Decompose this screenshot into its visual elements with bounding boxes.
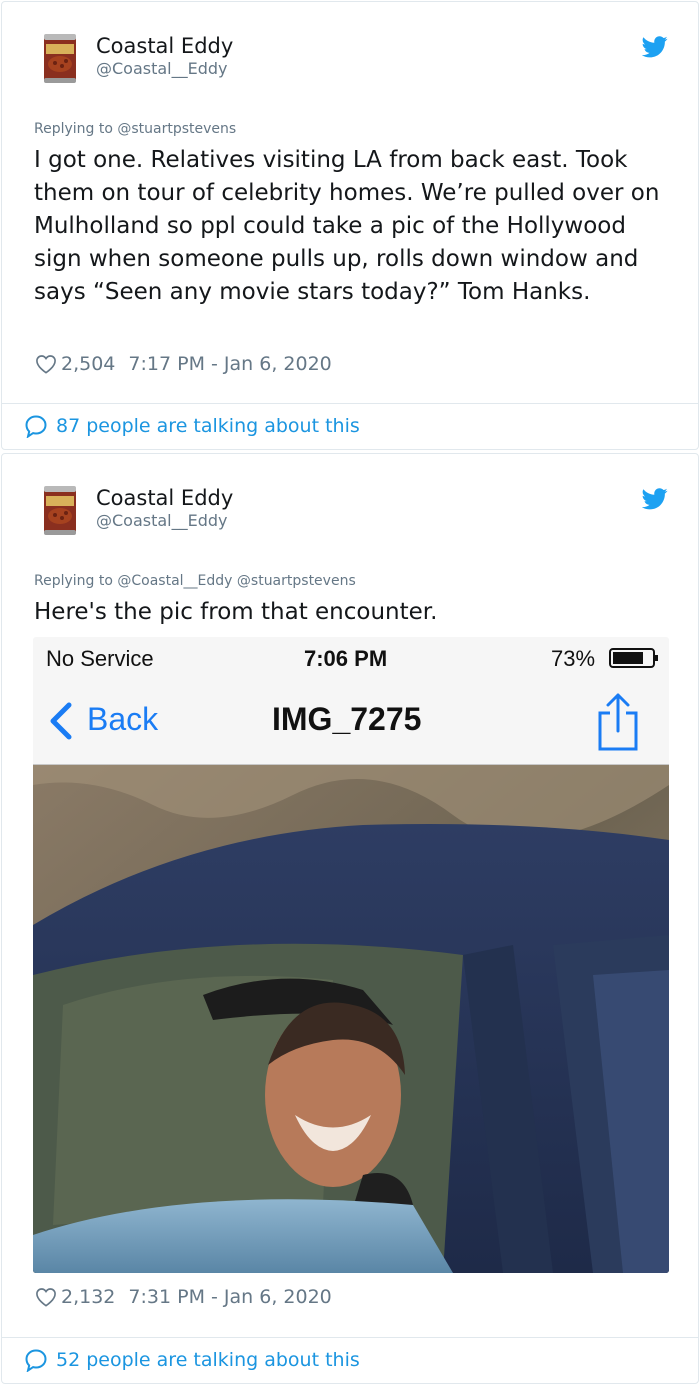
user-handle[interactable]: @Coastal__Eddy (96, 511, 228, 530)
avatar[interactable] (42, 30, 78, 86)
talking-link[interactable]: 87 people are talking about this (24, 414, 360, 438)
ios-nav-bar: Back IMG_7275 (33, 679, 669, 765)
attached-photo[interactable]: No Service 7:06 PM 73% Back IMG_7275 (33, 637, 669, 1273)
chevron-left-icon[interactable] (47, 701, 75, 741)
timestamp[interactable]: 7:17 PM - Jan 6, 2020 (128, 353, 331, 375)
back-button[interactable]: Back (87, 701, 158, 738)
photo-title: IMG_7275 (272, 701, 422, 737)
ios-status-bar: No Service 7:06 PM 73% (33, 637, 669, 679)
display-name[interactable]: Coastal Eddy (96, 34, 233, 58)
divider (2, 403, 698, 404)
speech-bubble-icon (25, 415, 47, 438)
heart-outline-icon[interactable] (35, 354, 57, 374)
talking-link[interactable]: 52 people are talking about this (24, 1348, 360, 1372)
tweet-card: Coastal Eddy @Coastal__Eddy Replying to … (1, 453, 699, 1384)
display-name[interactable]: Coastal Eddy (96, 486, 233, 510)
user-handle[interactable]: @Coastal__Eddy (96, 59, 228, 78)
tweet-meta: 2,504 7:17 PM - Jan 6, 2020 (35, 353, 332, 375)
ios-share-icon[interactable] (595, 691, 641, 753)
car-window-photo (33, 765, 669, 1273)
clock-label: 7:06 PM (304, 646, 388, 671)
talking-label: 87 people are talking about this (56, 415, 360, 437)
twitter-bird-icon[interactable] (642, 488, 668, 510)
timestamp[interactable]: 7:31 PM - Jan 6, 2020 (128, 1286, 331, 1308)
like-count: 2,504 (61, 353, 116, 375)
tweet-text: I got one. Relatives visiting LA from ba… (34, 147, 660, 305)
tweet-card: Coastal Eddy @Coastal__Eddy Replying to … (1, 1, 699, 450)
like-count: 2,132 (61, 1286, 116, 1308)
divider (2, 1337, 698, 1338)
carrier-label: No Service (46, 646, 154, 671)
talking-label: 52 people are talking about this (56, 1349, 360, 1371)
battery-icon (609, 648, 658, 668)
replying-to[interactable]: Replying to @Coastal__Eddy @stuartpsteve… (34, 573, 356, 589)
tweet-text: Here's the pic from that encounter. (34, 599, 438, 625)
speech-bubble-icon (25, 1349, 47, 1372)
battery-percent: 73% (551, 646, 596, 671)
heart-outline-icon[interactable] (35, 1287, 57, 1307)
replying-to[interactable]: Replying to @stuartpstevens (34, 121, 236, 137)
twitter-bird-icon[interactable] (642, 36, 668, 58)
avatar[interactable] (42, 482, 78, 538)
tweet-meta: 2,132 7:31 PM - Jan 6, 2020 (35, 1286, 332, 1308)
